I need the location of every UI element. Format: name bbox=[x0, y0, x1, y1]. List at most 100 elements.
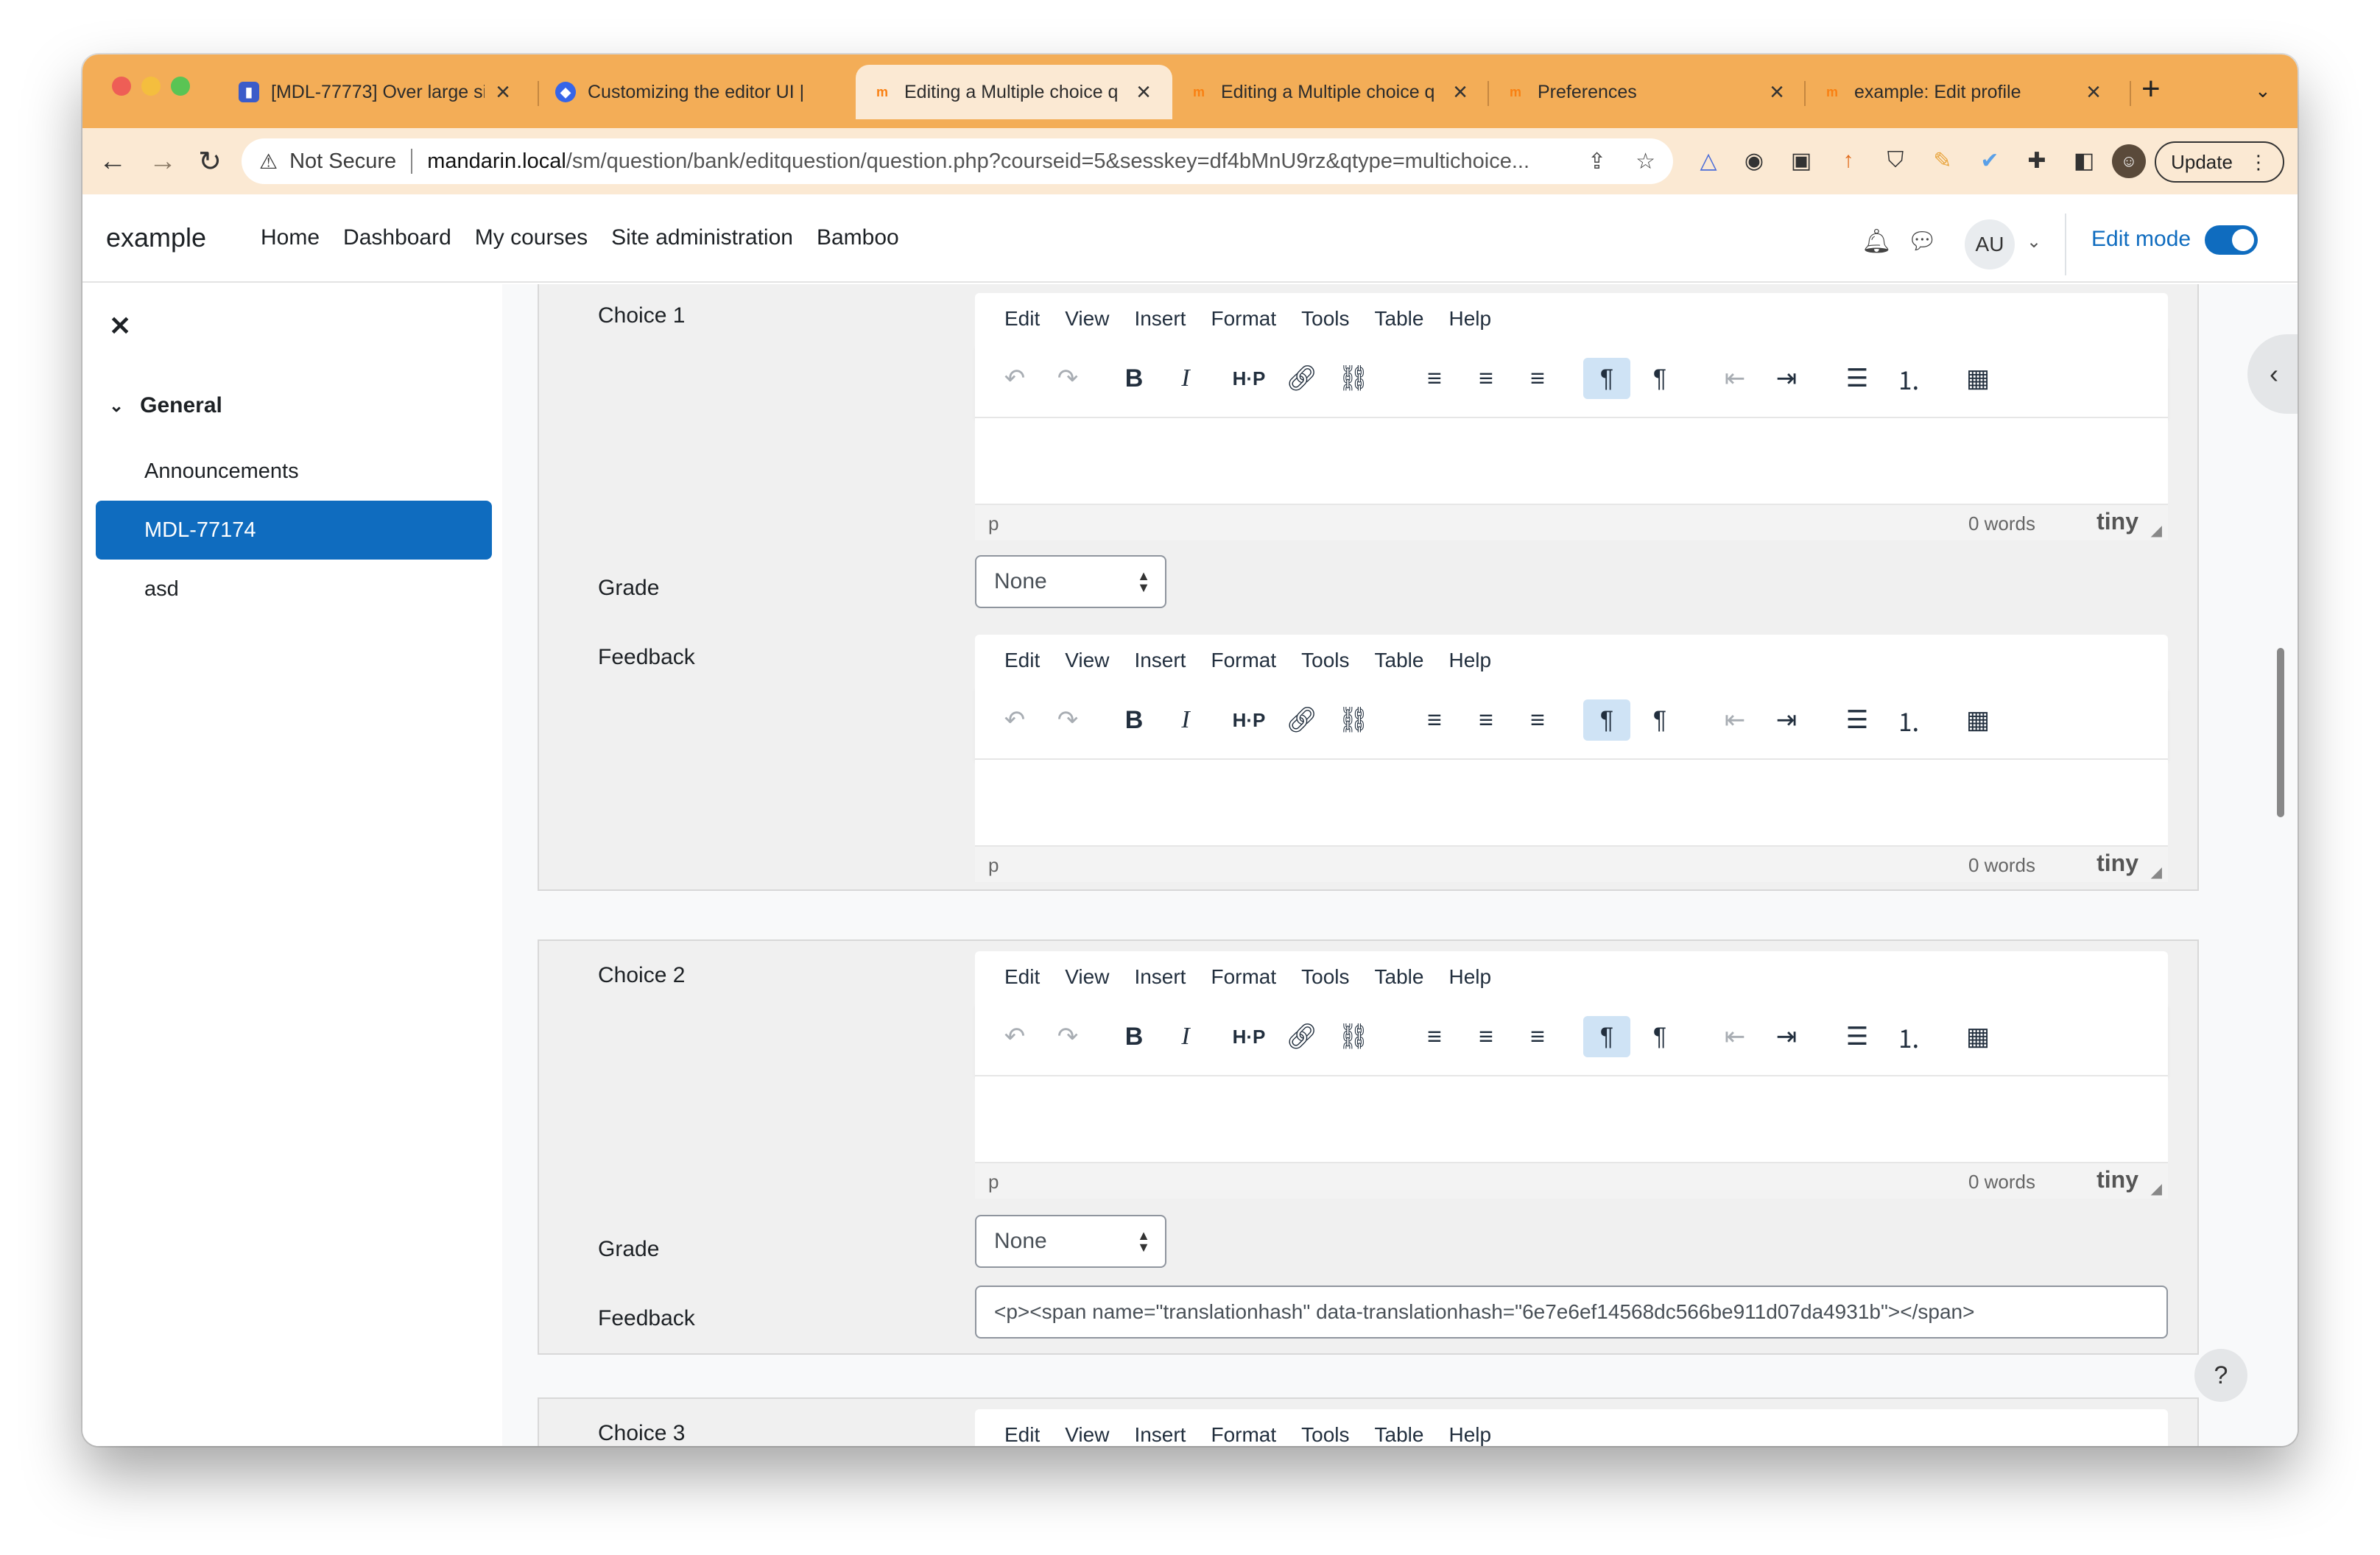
feedback-textarea[interactable]: <p><span name="translationhash" data-tra… bbox=[975, 1286, 2168, 1339]
resize-handle-icon[interactable]: ◢ bbox=[2151, 521, 2162, 540]
outdent-icon[interactable]: ⇤ bbox=[1711, 699, 1758, 741]
menu-format[interactable]: Format bbox=[1211, 307, 1276, 331]
course-index-item[interactable]: Announcements bbox=[96, 442, 492, 501]
align-center-icon[interactable]: ≡ bbox=[1462, 699, 1510, 741]
page-scrollbar[interactable] bbox=[2277, 648, 2284, 817]
tiny-logo[interactable]: tiny bbox=[2096, 1166, 2138, 1193]
grade-select[interactable]: None ▲ ▼ bbox=[975, 555, 1166, 608]
menu-view[interactable]: View bbox=[1065, 965, 1109, 989]
extension-shield-icon[interactable]: ⛉ bbox=[1879, 144, 1912, 177]
element-path[interactable]: p bbox=[988, 854, 999, 877]
link-icon[interactable]: 🔗︎ bbox=[1278, 699, 1325, 741]
bold-icon[interactable]: B bbox=[1110, 358, 1158, 399]
italic-icon[interactable]: I bbox=[1162, 1016, 1209, 1057]
menu-insert[interactable]: Insert bbox=[1134, 649, 1186, 672]
unlink-icon[interactable]: ⛓ bbox=[1330, 358, 1377, 399]
close-tab-icon[interactable]: × bbox=[1448, 78, 1473, 107]
word-count[interactable]: 0 words bbox=[1968, 854, 2035, 877]
menu-format[interactable]: Format bbox=[1211, 1423, 1276, 1446]
menu-format[interactable]: Format bbox=[1211, 649, 1276, 672]
extensions-puzzle-icon[interactable]: ✚ bbox=[2021, 144, 2053, 177]
minimize-window-button[interactable] bbox=[141, 77, 161, 96]
menu-table[interactable]: Table bbox=[1375, 965, 1424, 989]
menu-help[interactable]: Help bbox=[1448, 1423, 1491, 1446]
rtl-direction-icon[interactable]: ¶ bbox=[1636, 358, 1683, 399]
menu-view[interactable]: View bbox=[1065, 307, 1109, 331]
link-icon[interactable]: 🔗︎ bbox=[1278, 358, 1325, 399]
chevron-down-icon[interactable]: ⌄ bbox=[2027, 231, 2041, 253]
align-right-icon[interactable]: ≡ bbox=[1514, 358, 1561, 399]
menu-table[interactable]: Table bbox=[1375, 1423, 1424, 1446]
italic-icon[interactable]: I bbox=[1162, 699, 1209, 741]
menu-edit[interactable]: Edit bbox=[1004, 307, 1040, 331]
bullet-list-icon[interactable]: ☰ bbox=[1834, 699, 1881, 741]
extension-arrow-icon[interactable]: ↑ bbox=[1832, 144, 1865, 177]
back-arrow-icon[interactable]: ← bbox=[93, 141, 133, 181]
close-tab-icon[interactable]: × bbox=[2081, 78, 2106, 107]
share-icon[interactable]: ⇪ bbox=[1588, 149, 1606, 174]
nav-bamboo[interactable]: Bamboo bbox=[817, 225, 899, 250]
menu-tools[interactable]: Tools bbox=[1301, 649, 1349, 672]
h5p-icon[interactable]: H·P bbox=[1225, 358, 1272, 399]
equation-editor-icon[interactable]: ▦ bbox=[1954, 1016, 2001, 1057]
bullet-list-icon[interactable]: ☰ bbox=[1834, 358, 1881, 399]
side-panel-icon[interactable]: ◧ bbox=[2068, 144, 2100, 177]
menu-format[interactable]: Format bbox=[1211, 965, 1276, 989]
chat-bubble-icon[interactable]: 💬︎ bbox=[1907, 227, 1937, 255]
menu-insert[interactable]: Insert bbox=[1134, 1423, 1186, 1446]
menu-edit[interactable]: Edit bbox=[1004, 1423, 1040, 1446]
unlink-icon[interactable]: ⛓ bbox=[1330, 1016, 1377, 1057]
tab-search-chevron-icon[interactable]: ⌄ bbox=[2255, 80, 2271, 102]
menu-view[interactable]: View bbox=[1065, 1423, 1109, 1446]
nav-home[interactable]: Home bbox=[261, 225, 320, 250]
extension-glasses-icon[interactable]: ▣ bbox=[1785, 144, 1817, 177]
user-avatar[interactable]: AU bbox=[1965, 219, 2015, 269]
help-button[interactable]: ? bbox=[2194, 1349, 2247, 1402]
word-count[interactable]: 0 words bbox=[1968, 1171, 2035, 1193]
nav-site-administration[interactable]: Site administration bbox=[611, 225, 793, 250]
editor-content-area[interactable] bbox=[975, 1076, 2168, 1162]
element-path[interactable]: p bbox=[988, 1171, 999, 1193]
outdent-icon[interactable]: ⇤ bbox=[1711, 358, 1758, 399]
undo-icon[interactable]: ↶ bbox=[991, 358, 1038, 399]
menu-table[interactable]: Table bbox=[1375, 307, 1424, 331]
edit-mode-toggle[interactable] bbox=[2205, 225, 2258, 255]
unlink-icon[interactable]: ⛓ bbox=[1330, 699, 1377, 741]
new-tab-button[interactable]: + bbox=[2141, 71, 2161, 107]
extension-pen-icon[interactable]: ✎ bbox=[1926, 144, 1959, 177]
menu-tools[interactable]: Tools bbox=[1301, 1423, 1349, 1446]
align-center-icon[interactable]: ≡ bbox=[1462, 358, 1510, 399]
menu-help[interactable]: Help bbox=[1448, 965, 1491, 989]
site-brand[interactable]: example bbox=[106, 222, 206, 253]
element-path[interactable]: p bbox=[988, 512, 999, 535]
browser-tab-active[interactable]: m Editing a Multiple choice q × bbox=[856, 65, 1172, 119]
update-button[interactable]: Update ⋮ bbox=[2155, 141, 2284, 183]
align-left-icon[interactable]: ≡ bbox=[1411, 699, 1458, 741]
align-left-icon[interactable]: ≡ bbox=[1411, 1016, 1458, 1057]
align-left-icon[interactable]: ≡ bbox=[1411, 358, 1458, 399]
editor-content-area[interactable] bbox=[975, 418, 2168, 504]
course-index-item[interactable]: asd bbox=[96, 560, 492, 618]
editor-content-area[interactable] bbox=[975, 760, 2168, 845]
bookmark-star-icon[interactable]: ☆ bbox=[1636, 149, 1655, 174]
align-center-icon[interactable]: ≡ bbox=[1462, 1016, 1510, 1057]
equation-editor-icon[interactable]: ▦ bbox=[1954, 358, 2001, 399]
align-right-icon[interactable]: ≡ bbox=[1514, 1016, 1561, 1057]
course-index-item-active[interactable]: MDL-77174 bbox=[96, 501, 492, 560]
link-icon[interactable]: 🔗︎ bbox=[1278, 1016, 1325, 1057]
numbered-list-icon[interactable]: ⒈ bbox=[1885, 699, 1932, 741]
resize-handle-icon[interactable]: ◢ bbox=[2151, 1180, 2162, 1198]
close-tab-icon[interactable]: × bbox=[1764, 78, 1789, 107]
h5p-icon[interactable]: H·P bbox=[1225, 1016, 1272, 1057]
redo-icon[interactable]: ↷ bbox=[1044, 358, 1091, 399]
bell-icon[interactable]: 🔔︎ bbox=[1862, 227, 1892, 255]
zoom-window-button[interactable] bbox=[171, 77, 190, 96]
ltr-direction-icon[interactable]: ¶ bbox=[1583, 699, 1630, 741]
extension-triangle-icon[interactable]: △ bbox=[1692, 144, 1725, 177]
menu-insert[interactable]: Insert bbox=[1134, 307, 1186, 331]
close-window-button[interactable] bbox=[112, 77, 131, 96]
numbered-list-icon[interactable]: ⒈ bbox=[1885, 1016, 1932, 1057]
indent-icon[interactable]: ⇥ bbox=[1763, 358, 1810, 399]
numbered-list-icon[interactable]: ⒈ bbox=[1885, 358, 1932, 399]
italic-icon[interactable]: I bbox=[1162, 358, 1209, 399]
